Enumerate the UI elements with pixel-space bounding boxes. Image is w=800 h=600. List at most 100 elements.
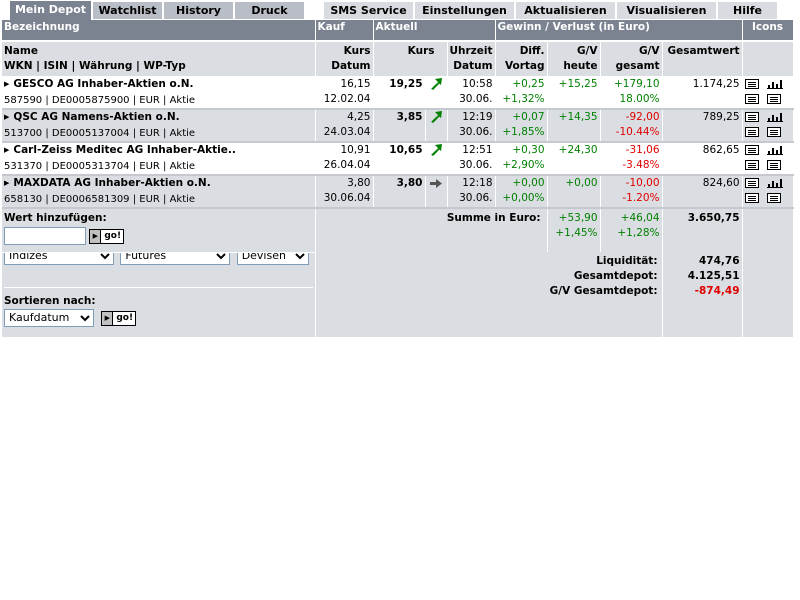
detail-icon[interactable] [744,127,759,137]
tab-mein-depot[interactable]: Mein Depot [10,1,92,20]
tab-history[interactable]: History [164,2,234,19]
tab-watchlist[interactable]: Watchlist [93,2,163,19]
add-go-label: go! [104,230,122,241]
stock-trend [425,175,448,209]
add-security-label: Wert hinzufügen: [4,212,107,224]
notes-icon[interactable] [766,193,781,203]
futures-select[interactable]: Futures [120,252,231,265]
sort-label: Sortieren nach: [4,294,96,307]
stock-zeit: 12:18 30.06. [447,175,496,209]
stock-kurs: 10,65 [373,142,426,176]
chart-icon[interactable] [766,178,783,188]
stock-name-label[interactable]: MAXDATA AG Inhaber-Aktien o.N. [13,177,210,189]
notes-icon[interactable] [766,127,781,137]
devisen-select[interactable]: Devisen [236,252,309,265]
stock-name-label[interactable]: Carl-Zeiss Meditec AG Inhaber-Aktie.. [13,144,235,156]
expand-icon[interactable]: ▶ [4,80,9,88]
stock-gv-gesamt-pct: -10.44% [615,126,660,138]
expand-icon[interactable]: ▶ [4,113,9,121]
indizes-select[interactable]: Indizes [4,252,114,265]
subheader-gv-heute: G/V heute [547,41,601,77]
stock-diff: +0,25 +1,32% [495,76,548,110]
table-row[interactable]: ▶ GESCO AG Inhaber-Aktien o.N. 587590 | DE… [2,76,794,110]
stock-gv-gesamt-pct: -3.48% [622,159,660,171]
liquidity-icons-empty [742,252,794,337]
subheader-gesamtwert: Gesamtwert [662,41,743,77]
stock-kauf-kurs: 4,25 [347,111,371,123]
summe-gv-gesamt-value: +46,04 [620,212,660,224]
notes-icon[interactable] [766,94,781,104]
summe-icons-empty [742,208,794,252]
header-bezeichnung: Bezeichnung [2,20,316,42]
stock-name[interactable]: ▶ Carl-Zeiss Meditec AG Inhaber-Aktie.. [4,143,313,159]
stock-diff-value: +0,07 [512,111,545,123]
table-row[interactable]: ▶ QSC AG Namens-Aktien o.N. 513700 | DE000… [2,109,794,143]
subheader-kauf-kurs: Kurs Datum [315,41,374,77]
sort-go-button[interactable]: ▶ go! [101,310,137,326]
stock-kauf-datum: 12.02.04 [323,93,371,105]
tab-visualisieren[interactable]: Visualisieren [617,2,717,19]
detail-icon[interactable] [744,160,759,170]
stock-datum: 30.06. [459,93,493,105]
add-security-input[interactable] [4,227,86,245]
stock-gv-gesamt-pct: 18.00% [619,93,660,105]
stock-gv-gesamt-value: -10,00 [625,177,660,189]
liquiditaet-value: 474,76 [699,255,740,267]
trend-flat-arrow-icon [429,179,443,193]
stock-diff-value: +0,25 [512,78,545,90]
add-go-button[interactable]: ▶ go! [89,228,125,244]
subheader-gv-gesamt-label: G/V [638,45,660,57]
detail-icon[interactable] [744,94,759,104]
stock-list: ▶ GESCO AG Inhaber-Aktien o.N. 587590 | DE… [2,76,794,209]
stock-zeit: 10:58 30.06. [447,76,496,110]
stock-gv-heute: +14,35 [547,109,601,143]
sort-select[interactable]: Kaufdatum [4,308,94,327]
stock-zeit: 12:51 30.06. [447,142,496,176]
stock-name-label[interactable]: GESCO AG Inhaber-Aktien o.N. [13,78,193,90]
news-icon[interactable] [744,145,759,155]
header-icons: Icons [742,20,794,42]
stock-gv-gesamt-value: +179,10 [613,78,660,90]
table-row[interactable]: ▶ Carl-Zeiss Meditec AG Inhaber-Aktie.. 53… [2,142,794,176]
tab-einstellungen[interactable]: Einstellungen [415,2,515,19]
stock-gv-gesamt-value: -31,06 [625,144,660,156]
tab-aktualisieren[interactable]: Aktualisieren [516,2,616,19]
stock-icons [742,142,794,176]
tab-sms-service[interactable]: SMS Service [324,2,414,19]
gv-gesamtdepot-label: G/V Gesamtdepot: [549,285,658,297]
expand-icon[interactable]: ▶ [4,146,9,154]
stock-icons [742,175,794,209]
stock-zeit: 12:19 30.06. [447,109,496,143]
stock-name-cell: ▶ GESCO AG Inhaber-Aktien o.N. 587590 | DE… [2,76,316,110]
trend-up-arrow-icon [429,78,443,94]
stock-name-label[interactable]: QSC AG Namens-Aktien o.N. [13,111,179,123]
chart-icon[interactable] [766,145,783,155]
news-icon[interactable] [744,112,759,122]
table-header: Bezeichnung Kauf Aktuell Gewinn / Verlus… [2,20,794,42]
chart-icon[interactable] [766,112,783,122]
summe-gv-gesamt-pct: +1,28% [617,227,660,239]
stock-name[interactable]: ▶ MAXDATA AG Inhaber-Aktien o.N. [4,176,313,192]
summe-gv-heute-value: +53,90 [558,212,598,224]
news-icon[interactable] [744,79,759,89]
tab-druck[interactable]: Druck [235,2,305,19]
stock-diff-pct: +1,32% [502,93,545,105]
table-row[interactable]: ▶ MAXDATA AG Inhaber-Aktien o.N. 658130 | … [2,175,794,209]
stock-name[interactable]: ▶ QSC AG Namens-Aktien o.N. [4,110,313,126]
news-icon[interactable] [744,178,759,188]
stock-gv-heute: +24,30 [547,142,601,176]
expand-icon[interactable]: ▶ [4,179,9,187]
subheader-kurs: Kurs [373,41,448,77]
chart-icon[interactable] [766,79,783,89]
stock-name[interactable]: ▶ GESCO AG Inhaber-Aktien o.N. [4,77,313,93]
stock-gesamtwert: 789,25 [662,109,743,143]
detail-icon[interactable] [744,193,759,203]
stock-gv-gesamt: -10,00 -1.20% [600,175,663,209]
stock-uhrzeit: 10:58 [462,78,493,90]
tab-hilfe[interactable]: Hilfe [718,2,778,19]
stock-gesamtwert: 862,65 [662,142,743,176]
stock-datum: 30.06. [459,159,493,171]
gesamtdepot-label: Gesamtdepot: [573,270,658,282]
notes-icon[interactable] [766,160,781,170]
table-subheader: Name WKN | ISIN | Währung | WP-Typ Kurs … [2,41,794,77]
